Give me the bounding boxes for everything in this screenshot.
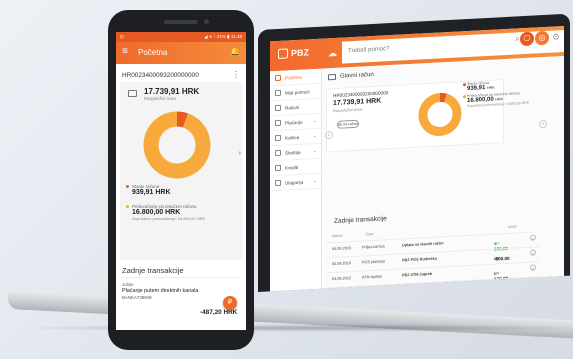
go-to-account-button[interactable]: Idi na račun bbox=[337, 119, 359, 129]
laptop-legend: Stanje računa 939,91 HRK Prekoračenje po t… bbox=[463, 78, 537, 110]
wallet-icon bbox=[328, 73, 336, 81]
tx-type: Priljev kartica bbox=[362, 244, 385, 250]
sidebar-item-label: Plaćanje bbox=[285, 119, 303, 126]
chevron-down-icon: ⌄ bbox=[312, 117, 317, 125]
legend-balance: Stanje računa 939,91 HRK bbox=[126, 184, 171, 196]
sidebar-item[interactable]: Ulaganja ⌄ bbox=[270, 173, 321, 192]
tx-desc: Plaćanje sam putem bankaMAS bbox=[402, 285, 459, 292]
legend-dot bbox=[463, 83, 466, 86]
phone-balance-donut bbox=[143, 111, 211, 179]
transaction-amount: -487,20 HRK bbox=[200, 309, 238, 316]
account-balance: 17.739,91 HRK bbox=[144, 87, 200, 96]
legend-item: Prekoračenje po tekućem računu 16.800,00 … bbox=[463, 90, 537, 108]
sidebar-item-icon bbox=[275, 149, 281, 157]
chevron-down-icon[interactable]: ⌄ bbox=[530, 249, 536, 256]
page-title: Početna bbox=[138, 48, 168, 57]
laptop-sidebar: Početna Moji pomoći Računi Plaćanje ⌄ Kartice… bbox=[270, 68, 322, 292]
tx-date: 04.08.2016 bbox=[332, 276, 352, 282]
next-account-button[interactable]: › bbox=[539, 119, 547, 129]
status-indicators: ◢ ✈ ⁞ 21% ▮ 11:48 bbox=[204, 34, 242, 39]
header-desc: Opis bbox=[366, 231, 374, 237]
sidebar-item-icon bbox=[275, 89, 281, 97]
phone-donut-slice-0 bbox=[176, 111, 188, 128]
legend-overdraft: Prekoračenje po tekućem računu 16.800,00… bbox=[126, 204, 206, 221]
tx-type: POS plaćanje bbox=[362, 259, 386, 265]
sidebar-item-label: Računi bbox=[285, 104, 300, 111]
account-balance-label: Raspoloživi iznos bbox=[144, 96, 177, 101]
sidebar-item-icon bbox=[275, 74, 281, 82]
phone-camera bbox=[204, 19, 209, 24]
laptop-screen: PBZ ☁ Trebaš pomoć? ⌕ ⎔ ◎ ⊙ Početna Moji … bbox=[270, 25, 564, 292]
menu-icon[interactable]: ≡ bbox=[122, 47, 128, 57]
notification-icon: ⊡ bbox=[120, 34, 124, 39]
sidebar-item-icon bbox=[275, 119, 281, 127]
sidebar-item-icon bbox=[275, 179, 281, 187]
bell-icon[interactable]: 🔔 bbox=[230, 47, 240, 56]
account-card[interactable]: 17.739,91 HRK Raspoloživi iznos › Stanje… bbox=[120, 82, 242, 260]
tx-desc: PBZ POS Rudnička bbox=[402, 256, 437, 263]
phone-header: ≡ Početna 🔔 bbox=[116, 42, 246, 64]
account-balance-label: Raspoloživi iznos bbox=[333, 107, 363, 114]
tx-date: 04.08.2016 bbox=[332, 246, 352, 252]
sidebar-item-icon bbox=[275, 134, 281, 142]
laptop-donut-slice-0 bbox=[439, 92, 448, 103]
legend-sub: Dopušteno prekoračenje: 16.800,00 HRK bbox=[132, 216, 206, 221]
account-card: HR0023400093200000000 17.739,91 HRK Rasp… bbox=[325, 79, 547, 153]
header-date: Datum bbox=[332, 233, 343, 239]
phone-device: ⊡ ◢ ✈ ⁞ 21% ▮ 11:48 ≡ Početna 🔔 HR002340… bbox=[108, 10, 254, 350]
laptop-main: Glavni račun HR0023400093200000000 17.73… bbox=[322, 55, 564, 292]
phone-donut-slice-1 bbox=[143, 111, 211, 179]
tx-date: 04.08.2016 bbox=[332, 261, 352, 267]
chevron-down-icon: ⌄ bbox=[312, 147, 317, 155]
chevron-down-icon[interactable]: ⌄ bbox=[530, 264, 536, 271]
legend-dot bbox=[126, 185, 129, 188]
laptop-balance-donut bbox=[418, 92, 462, 136]
legend-value: 16.800,00 HRK bbox=[132, 209, 181, 216]
account-balance: 17.739,91 HRK bbox=[333, 97, 382, 108]
laptop-device: PBZ ☁ Trebaš pomoć? ⌕ ⎔ ◎ ⊙ Početna Moji … bbox=[258, 1, 573, 318]
transactions-title: Zadnje transakcije bbox=[122, 266, 184, 275]
account-iban: HR0023400093200000000 bbox=[122, 72, 199, 79]
account-title: Glavni račun bbox=[340, 71, 374, 80]
legend-dot bbox=[126, 205, 129, 208]
legend-dot bbox=[463, 95, 466, 98]
cloud-icon[interactable]: ☁ bbox=[328, 48, 337, 59]
laptop-bezel: PBZ ☁ Trebaš pomoć? ⌕ ⎔ ◎ ⊙ Početna Moji … bbox=[258, 13, 570, 292]
wallet-icon bbox=[128, 90, 137, 97]
chevron-down-icon[interactable]: ⌄ bbox=[530, 279, 536, 286]
chevron-down-icon[interactable]: ⌄ bbox=[530, 234, 536, 241]
header-amount: Iznos bbox=[508, 224, 517, 229]
pbz-logo[interactable]: PBZ bbox=[278, 47, 309, 59]
legend-value: 939,91 HRK bbox=[132, 189, 171, 196]
sidebar-item-label: Moji pomoći bbox=[285, 89, 310, 96]
sidebar-item-label: Početna bbox=[285, 74, 302, 81]
sidebar-item-label: Kartice bbox=[285, 134, 300, 141]
logo-icon bbox=[278, 48, 288, 59]
more-options-icon[interactable]: ⋮ bbox=[232, 70, 240, 79]
transaction-account: BANKA739949 bbox=[122, 295, 152, 300]
divider bbox=[122, 277, 240, 278]
transaction-name: Julian bbox=[122, 282, 134, 287]
chevron-down-icon: ⌄ bbox=[312, 177, 317, 185]
chevron-down-icon: ⌄ bbox=[312, 132, 317, 140]
tx-desc: Uplata na vlastiti račun bbox=[402, 241, 444, 248]
phone-speaker bbox=[164, 20, 198, 24]
prev-account-button[interactable]: ‹ bbox=[325, 131, 333, 140]
tx-type: ATM isplata bbox=[362, 274, 382, 280]
transaction-desc[interactable]: Plaćanje putem direktnih kanala bbox=[122, 288, 198, 294]
sidebar-item-label: Ulaganja bbox=[285, 179, 304, 186]
tx-desc: PBZ ATM Zagreb bbox=[402, 271, 433, 278]
status-bar: ⊡ ◢ ✈ ⁞ 21% ▮ 11:48 bbox=[116, 32, 246, 42]
next-account-icon[interactable]: › bbox=[239, 150, 241, 157]
sidebar-item-label: Krediti bbox=[285, 164, 299, 171]
tx-type: Plaćanje putem... bbox=[362, 289, 391, 291]
sidebar-item-label: Štednja bbox=[285, 149, 301, 156]
payment-fab-button[interactable]: ₽ bbox=[223, 296, 237, 310]
sidebar-item-icon bbox=[275, 164, 281, 172]
transactions-title: Zadnje transakcije bbox=[334, 215, 387, 226]
phone-screen: ⊡ ◢ ✈ ⁞ 21% ▮ 11:48 ≡ Početna 🔔 HR002340… bbox=[116, 32, 246, 330]
sidebar-item-icon bbox=[275, 104, 281, 112]
laptop-shadow bbox=[8, 324, 573, 332]
